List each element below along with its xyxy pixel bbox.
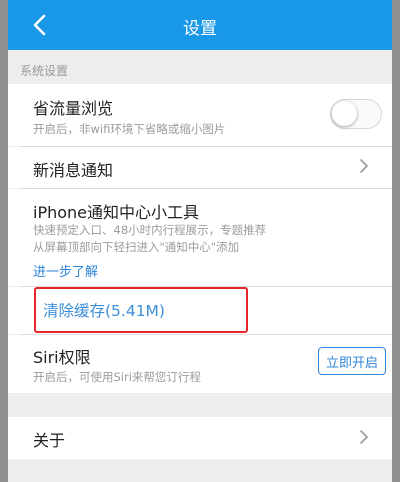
data-saver-title: 省流量浏览	[33, 99, 114, 118]
notifications-title: 新消息通知	[33, 161, 114, 180]
section-header: 系统设置	[8, 50, 392, 84]
about-row[interactable]	[8, 417, 392, 459]
siri-title: Siri权限	[33, 348, 91, 367]
data-saver-desc: 开启后，非wifi环境下省略或缩小图片	[33, 122, 226, 136]
highlight-annotation	[34, 287, 248, 333]
toggle-knob	[332, 101, 357, 126]
siri-desc: 开启后，可使用Siri来帮您订行程	[33, 370, 201, 384]
chevron-right-icon	[360, 430, 368, 444]
about-title: 关于	[33, 431, 66, 450]
navbar: 设置	[8, 0, 392, 50]
widget-title: iPhone通知中心小工具	[33, 203, 200, 222]
widget-desc-line1: 快速预定入口、48小时内行程展示，专题推荐	[33, 223, 267, 237]
data-saver-toggle[interactable]	[330, 99, 382, 129]
widget-desc-line2: 从屏幕顶部向下轻扫进入"通知中心"添加	[33, 240, 240, 254]
learn-more-link[interactable]: 进一步了解	[33, 261, 98, 280]
chevron-right-icon	[360, 159, 368, 173]
enable-siri-button[interactable]: 立即开启	[318, 347, 386, 375]
page-title: 设置	[183, 19, 217, 39]
settings-screen: 设置 系统设置 省流量浏览 开启后，非wifi环境下省略或缩小图片 新消息通知 …	[8, 0, 392, 482]
